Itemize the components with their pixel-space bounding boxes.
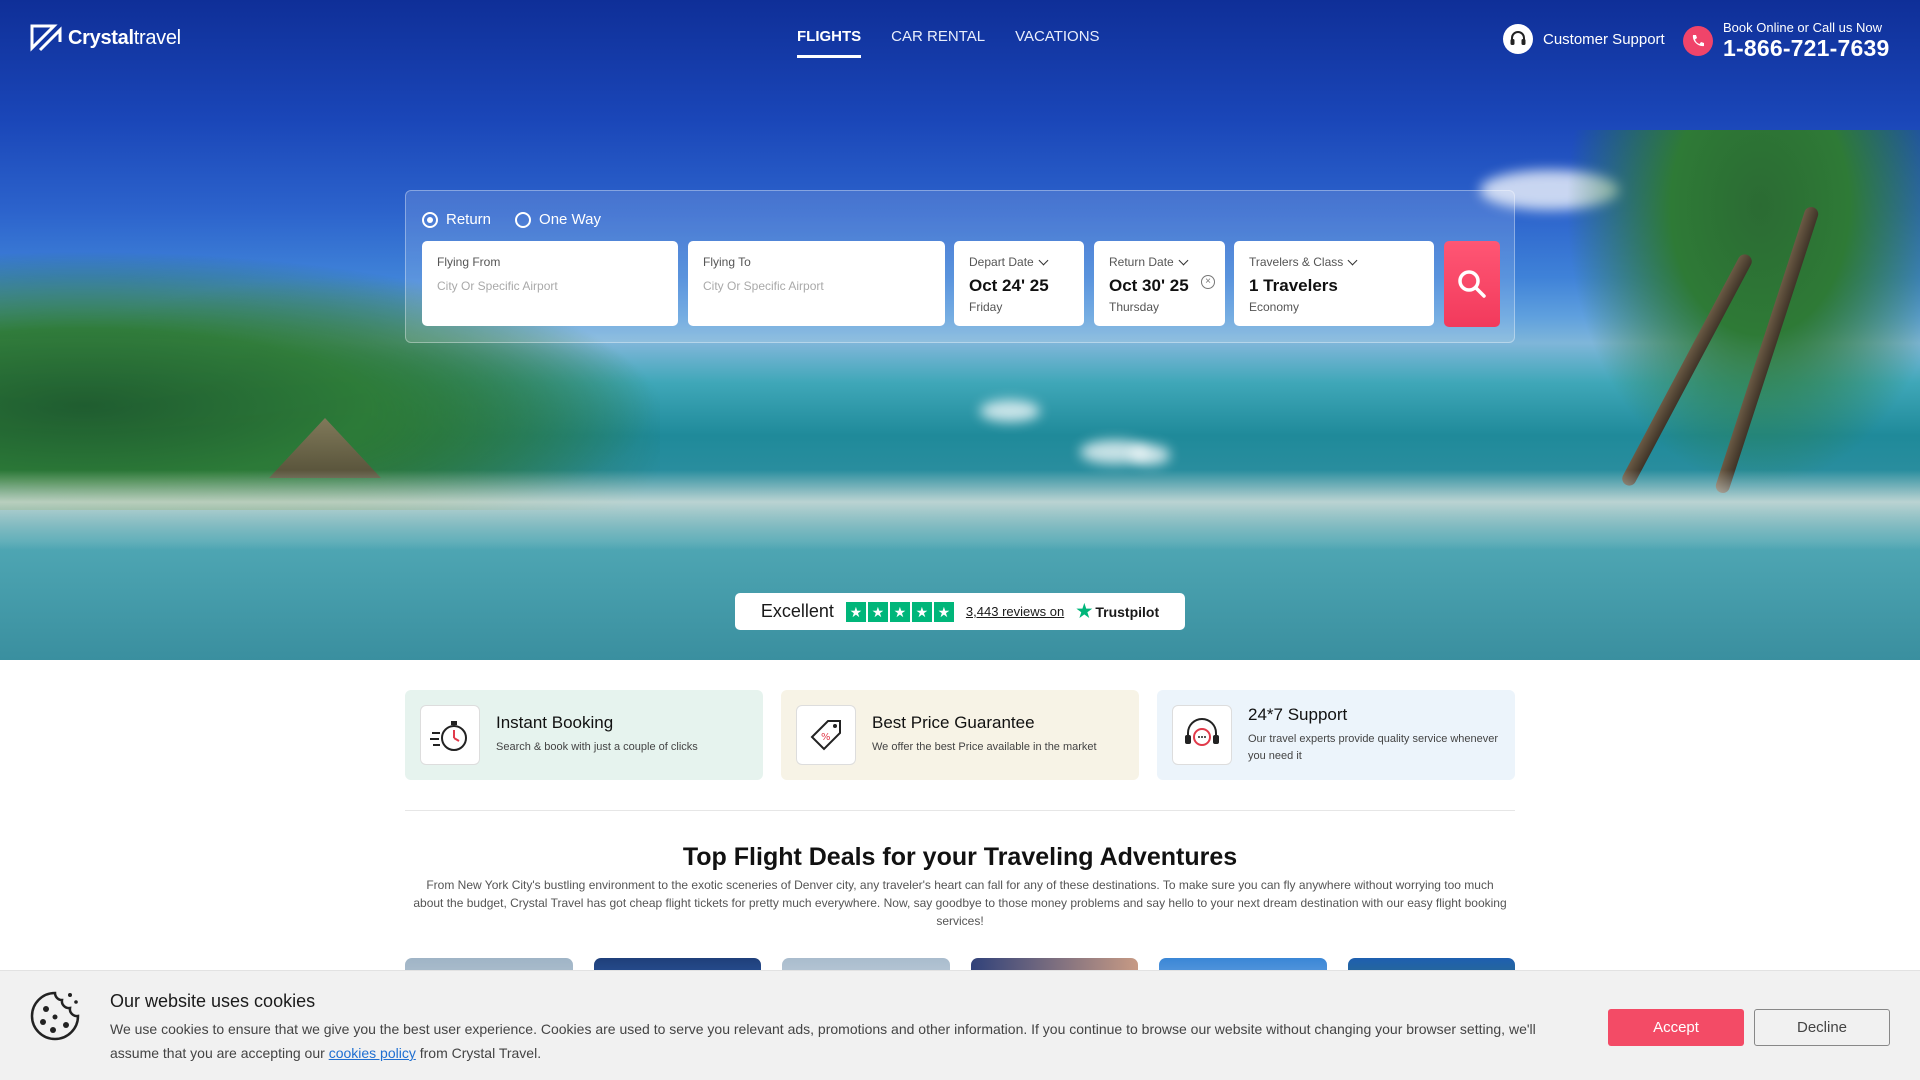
cloud — [1130, 445, 1170, 465]
flying-to-label: Flying To — [703, 255, 751, 269]
trust-rating-text: Excellent — [760, 601, 834, 621]
travelers-class-label: Travelers & Class — [1249, 255, 1419, 269]
flying-from-input[interactable]: City Or Specific Airport — [437, 279, 663, 293]
beach-sand — [0, 470, 1920, 550]
trip-type-one-way-label: One Way — [539, 211, 601, 228]
chevron-down-icon — [1347, 255, 1358, 265]
flying-to-field[interactable]: Flying To City Or Specific Airport — [688, 241, 945, 326]
cookie-icon — [30, 991, 80, 1041]
trust-stars: ★ ★ ★ ★ ★ — [845, 601, 954, 622]
trustpilot-star-icon: ★ — [1076, 601, 1093, 621]
return-date-label: Return Date — [1109, 255, 1210, 269]
decline-cookies-button[interactable]: Decline — [1754, 1009, 1890, 1046]
radio-unselected-icon — [515, 211, 532, 228]
star-icon: ★ — [867, 601, 888, 622]
feature-text: 24*7 Support Our travel experts provide … — [1248, 705, 1500, 765]
phone-icon — [1683, 26, 1713, 56]
support-chat-icon — [1172, 705, 1232, 765]
features-row: Instant Booking Search & book with just … — [405, 690, 1515, 780]
nav-car-rental[interactable]: CAR RENTAL — [891, 28, 985, 58]
feature-title: Best Price Guarantee — [872, 713, 1035, 733]
feature-desc: We offer the best Price available in the… — [872, 741, 1097, 754]
cookie-banner: Our website uses cookies We use cookies … — [0, 970, 1920, 1080]
trip-type-return-label: Return — [446, 211, 492, 228]
star-icon: ★ — [845, 601, 866, 622]
trip-type-return[interactable]: Return — [422, 211, 491, 228]
flying-from-label: Flying From — [437, 255, 501, 269]
feature-text: Best Price Guarantee We offer the best P… — [872, 713, 1097, 756]
clear-return-date-icon[interactable]: × — [1201, 275, 1215, 289]
deals-description: From New York City's bustling environmen… — [413, 878, 1507, 928]
feature-support: 24*7 Support Our travel experts provide … — [1157, 690, 1515, 780]
depart-date-label: Depart Date — [969, 255, 1069, 269]
depart-date-value: Oct 24' 25 — [969, 276, 1049, 295]
depart-day: Friday — [969, 300, 1003, 314]
call-text: Book Online or Call us Now 1-866-721-763… — [1723, 20, 1889, 62]
trip-type-selector: Return One Way — [422, 211, 601, 228]
depart-date-field[interactable]: Depart Date Oct 24' 25 Friday — [954, 241, 1084, 326]
feature-text: Instant Booking Search & book with just … — [496, 713, 698, 756]
customer-support-link[interactable]: Customer Support — [1503, 24, 1665, 54]
cloud — [980, 400, 1040, 422]
nav-flights[interactable]: FLIGHTS — [797, 28, 862, 58]
travelers-class-field[interactable]: Travelers & Class 1 Travelers Economy — [1234, 241, 1434, 326]
logo-text: Crystaltravel — [68, 26, 181, 49]
call-label: Book Online or Call us Now — [1723, 20, 1882, 35]
return-date-value: Oct 30' 25 — [1109, 276, 1189, 295]
star-icon: ★ — [889, 601, 910, 622]
return-day: Thursday — [1109, 300, 1160, 314]
search-button[interactable] — [1444, 241, 1500, 327]
return-date-field[interactable]: Return Date Oct 30' 25 Thursday × — [1094, 241, 1225, 326]
deals-title: Top Flight Deals for your Traveling Adve… — [682, 843, 1238, 871]
feature-title: Instant Booking — [496, 713, 614, 733]
logo[interactable]: Crystaltravel — [30, 22, 181, 54]
star-icon: ★ — [911, 601, 932, 622]
trustpilot-widget[interactable]: Excellent ★ ★ ★ ★ ★ 3,443 reviews on ★ T… — [735, 593, 1185, 630]
trust-reviews-link[interactable]: 3,443 reviews on — [966, 604, 1064, 619]
search-icon — [1458, 270, 1486, 298]
flying-to-input[interactable]: City Or Specific Airport — [703, 279, 930, 293]
nav-vacations[interactable]: VACATIONS — [1015, 28, 1099, 58]
cookie-title: Our website uses cookies — [110, 991, 316, 1011]
logo-icon — [30, 24, 62, 52]
travelers-count: 1 Travelers — [1249, 276, 1338, 295]
feature-instant-booking: Instant Booking Search & book with just … — [405, 690, 763, 780]
star-icon: ★ — [933, 601, 954, 622]
main-nav: FLIGHTS CAR RENTAL VACATIONS — [797, 28, 1100, 58]
svg-text:%: % — [821, 732, 831, 743]
section-divider — [405, 810, 1515, 811]
accept-cookies-button[interactable]: Accept — [1608, 1009, 1744, 1046]
feature-desc: Our travel experts provide quality servi… — [1248, 732, 1499, 762]
price-tag-icon: % — [796, 705, 856, 765]
cookies-policy-link[interactable]: cookies policy — [329, 1045, 416, 1061]
customer-support-label: Customer Support — [1543, 30, 1665, 48]
feature-title: 24*7 Support — [1248, 704, 1348, 724]
chevron-down-icon — [1178, 255, 1189, 265]
trip-type-one-way[interactable]: One Way — [515, 211, 601, 228]
travel-class: Economy — [1249, 300, 1300, 314]
stopwatch-icon — [420, 705, 480, 765]
flying-from-field[interactable]: Flying From City Or Specific Airport — [422, 241, 678, 326]
chevron-down-icon — [1038, 255, 1049, 265]
feature-best-price: % Best Price Guarantee We offer the best… — [781, 690, 1139, 780]
header: Crystaltravel FLIGHTS CAR RENTAL VACATIO… — [0, 0, 1920, 78]
call-now[interactable]: Book Online or Call us Now 1-866-721-763… — [1683, 20, 1889, 62]
radio-selected-icon — [422, 211, 438, 228]
call-number[interactable]: 1-866-721-7639 — [1723, 35, 1889, 62]
headset-icon — [1503, 24, 1533, 54]
feature-desc: Search & book with just a couple of clic… — [496, 741, 698, 754]
cookie-text: We use cookies to ensure that we give yo… — [110, 1021, 1536, 1061]
trustpilot-logo: ★ Trustpilot — [1076, 601, 1160, 621]
flight-search-panel: Return One Way Flying From City Or Speci… — [405, 190, 1515, 343]
